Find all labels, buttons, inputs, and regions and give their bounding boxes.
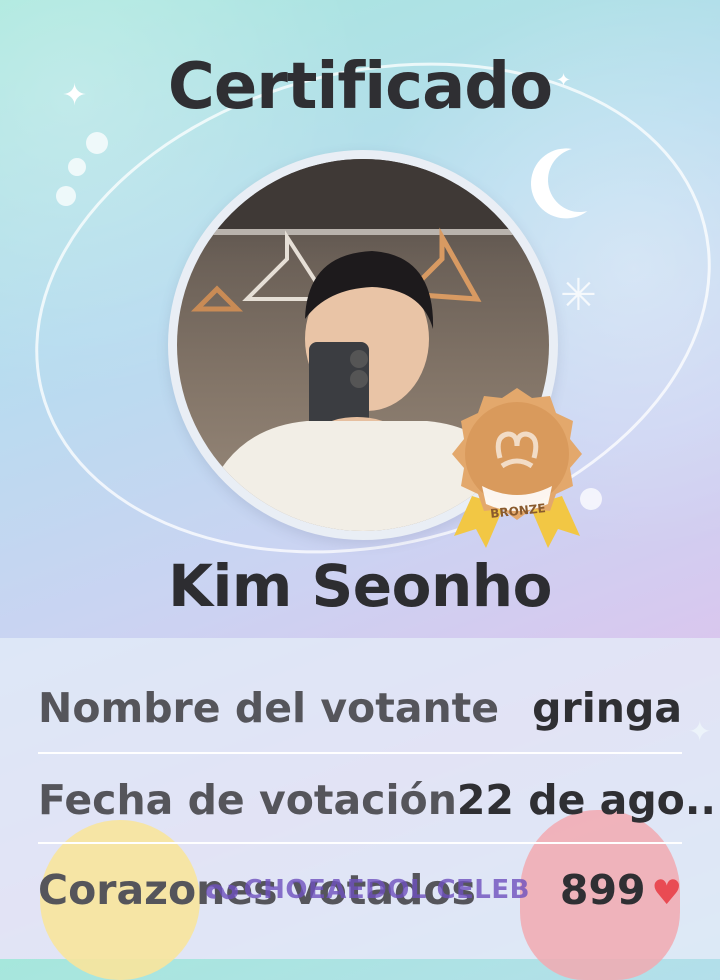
- vote-date-row: Fecha de votación 22 de ago...: [38, 754, 720, 846]
- decor-dot: [86, 132, 108, 154]
- hearts-count: 899: [559, 866, 646, 914]
- hearts-voted-value: 899 ♥: [560, 866, 682, 914]
- watermark-text: CHOEAEDOL CELEB: [243, 874, 530, 905]
- voter-name-row: Nombre del votante gringa: [38, 662, 682, 754]
- heart-icon: ♥: [651, 873, 682, 913]
- sparkle-icon: ✳: [560, 270, 597, 321]
- celebrity-name: Kim Seonho: [168, 552, 552, 620]
- vote-date-value: 22 de ago...: [456, 776, 720, 824]
- decor-dot: [68, 158, 86, 176]
- app-watermark: ᔓ CHOEAEDOL CELEB: [205, 872, 530, 907]
- certificate-title: Certificado: [167, 50, 553, 124]
- bronze-medal-graphic: [452, 388, 582, 548]
- decor-dot: [56, 186, 76, 206]
- vote-date-label: Fecha de votación: [38, 776, 457, 824]
- voter-name-value: gringa: [532, 684, 682, 732]
- bronze-medal-icon: BRONZE: [442, 386, 592, 551]
- app-logo-icon: ᔓ: [205, 872, 240, 907]
- voter-name-label: Nombre del votante: [38, 684, 500, 732]
